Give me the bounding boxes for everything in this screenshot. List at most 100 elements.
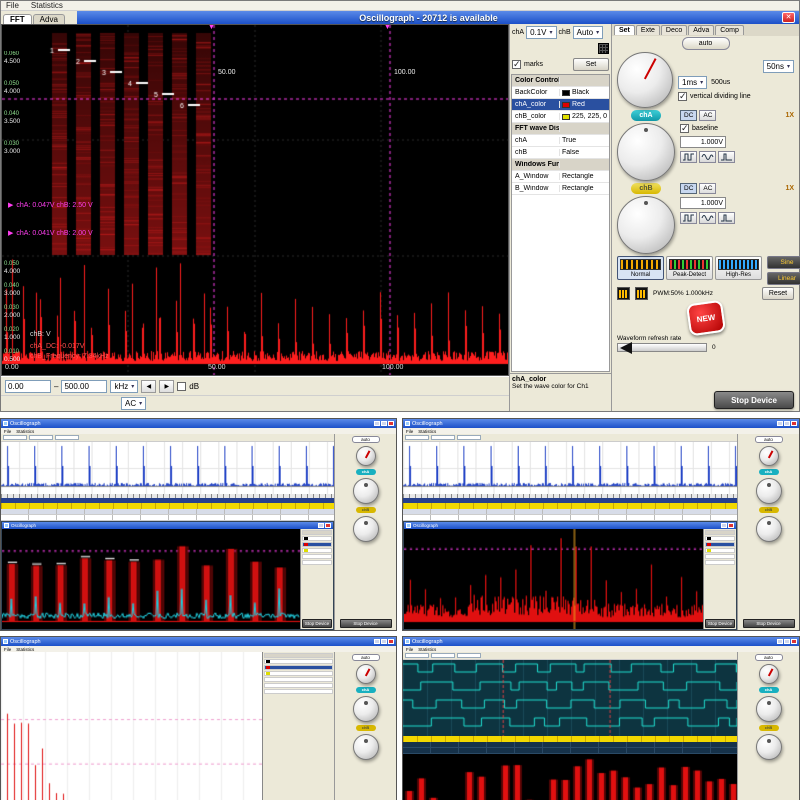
timebase-fine-select[interactable]: 50ns▾ [763,60,794,73]
auto-button[interactable]: auto [755,436,783,443]
cha-coupling-dc-button[interactable]: DC [680,110,697,121]
maximize-button[interactable] [381,421,387,426]
cha-range-select[interactable]: 0.1V▾ [526,26,556,39]
chb-range-select[interactable]: Auto▾ [573,26,603,39]
channel-a-button[interactable]: chA [631,110,660,121]
property-row[interactable] [264,671,333,676]
stop-device-button[interactable]: Stop Device [340,619,392,628]
menu-statistics[interactable]: Statistics [16,647,34,652]
toolbar-dropdown[interactable] [3,435,27,440]
set-button[interactable]: Set [573,58,609,71]
timebase-knob[interactable] [759,664,779,684]
menu-statistics[interactable]: Statistics [418,647,436,652]
channel-a-button[interactable]: chA [356,687,376,693]
acq-peak-detect-button[interactable]: Peak-Detect [666,256,713,280]
toolbar-dropdown[interactable] [405,653,429,658]
auto-button[interactable]: auto [352,436,380,443]
property-row[interactable] [302,554,332,559]
channel-b-button[interactable]: chB [759,725,779,731]
auto-button[interactable]: auto [682,37,730,50]
waveform-plot[interactable] [1,442,334,494]
channel-a-knob[interactable] [353,478,379,504]
slider-handle-icon[interactable] [620,342,632,354]
toolbar-dropdown[interactable] [405,435,429,440]
channel-b-volts-knob[interactable] [617,196,675,254]
property-row[interactable] [302,542,332,547]
spectrum-icon[interactable] [635,287,648,300]
channel-b-knob[interactable] [756,516,782,542]
menu-item-file[interactable]: File [6,1,19,10]
freq-unit-select[interactable]: kHz▾ [110,380,138,393]
cursor-next-button[interactable]: ▶ [159,380,174,393]
fft-plot[interactable] [403,754,737,800]
waveform-plot[interactable] [403,442,737,494]
close-icon[interactable] [791,421,797,426]
property-row[interactable] [264,659,333,664]
tab-adva[interactable]: Adva [33,14,65,24]
histogram-icon[interactable] [617,287,630,300]
chb-coupling-ac-button[interactable]: AC [699,183,716,194]
toolbar-dropdown[interactable] [29,435,53,440]
property-row[interactable]: chB_color225, 225, 0 [512,111,609,123]
property-row[interactable] [302,548,332,553]
property-row[interactable]: BackColorBlack [512,87,609,99]
channel-b-button[interactable]: chB [356,725,376,731]
timebase-select[interactable]: 1ms▾ [678,76,707,89]
panel-tab-deco[interactable]: Deco [661,25,687,35]
close-icon[interactable] [791,639,797,644]
property-row[interactable] [705,548,735,553]
menu-statistics[interactable]: Statistics [418,429,436,434]
maximize-button[interactable] [381,639,387,644]
cursor-marker-a[interactable]: ▶chA: 0.047V chB: 2.50 V [8,201,93,209]
grid-icon[interactable] [598,43,609,54]
timebase-knob[interactable] [356,446,376,466]
close-icon[interactable] [728,523,734,528]
menu-file[interactable]: File [406,647,413,652]
channel-a-button[interactable]: chA [759,469,779,475]
acq-high-res-button[interactable]: High-Res [715,256,762,280]
freq-from-input[interactable] [5,380,51,393]
toolbar-dropdown[interactable] [431,435,455,440]
pulse-wave-button[interactable] [718,151,735,163]
menu-file[interactable]: File [4,429,11,434]
minimize-button[interactable] [777,421,783,426]
property-row[interactable] [264,689,333,694]
freq-to-input[interactable] [61,380,107,393]
channel-a-knob[interactable] [756,696,782,722]
channel-a-volts-knob[interactable] [617,123,675,181]
square-wave-button[interactable] [680,151,697,163]
channel-b-button[interactable]: chB [356,507,376,513]
channel-a-knob[interactable] [756,478,782,504]
stop-device-button[interactable]: Stop Device [302,619,332,628]
menu-statistics[interactable]: Statistics [16,429,34,434]
reset-button[interactable]: Reset [762,287,794,300]
toolbar-dropdown[interactable] [457,435,481,440]
marks-checkbox[interactable] [512,60,521,69]
stop-device-button[interactable]: Stop Device [743,619,795,628]
sine-wave-button[interactable] [699,151,716,163]
close-icon[interactable] [388,639,394,644]
panel-tab-set[interactable]: Set [614,25,635,35]
panel-tab-adva[interactable]: Adva [688,25,714,35]
maximize-button[interactable] [784,639,790,644]
maximize-button[interactable] [784,421,790,426]
auto-button[interactable]: auto [352,654,380,661]
minimize-button[interactable] [777,639,783,644]
menu-file[interactable]: File [406,429,413,434]
cursor-top-icon[interactable]: ▼ [384,24,391,31]
stop-device-button[interactable]: Stop Device [705,619,735,628]
channel-b-button[interactable]: chB [631,183,660,194]
cursor-marker-b[interactable]: ▶chA: 0.041V chB: 2.00 V [8,229,93,237]
timebase-knob[interactable] [617,52,673,108]
channel-b-button[interactable]: chB [759,507,779,513]
minimize-button[interactable] [721,523,727,528]
baseline-checkbox[interactable] [680,124,689,133]
property-row[interactable] [302,536,332,541]
close-icon[interactable] [388,421,394,426]
close-button[interactable]: ✕ [782,12,795,23]
toolbar-dropdown[interactable] [55,435,79,440]
property-category[interactable]: FFT wave Display [512,123,609,135]
property-category[interactable]: Windows Funtion [512,159,609,171]
property-row[interactable]: chATrue [512,135,609,147]
interp-linear-button[interactable]: Linear [767,272,800,285]
